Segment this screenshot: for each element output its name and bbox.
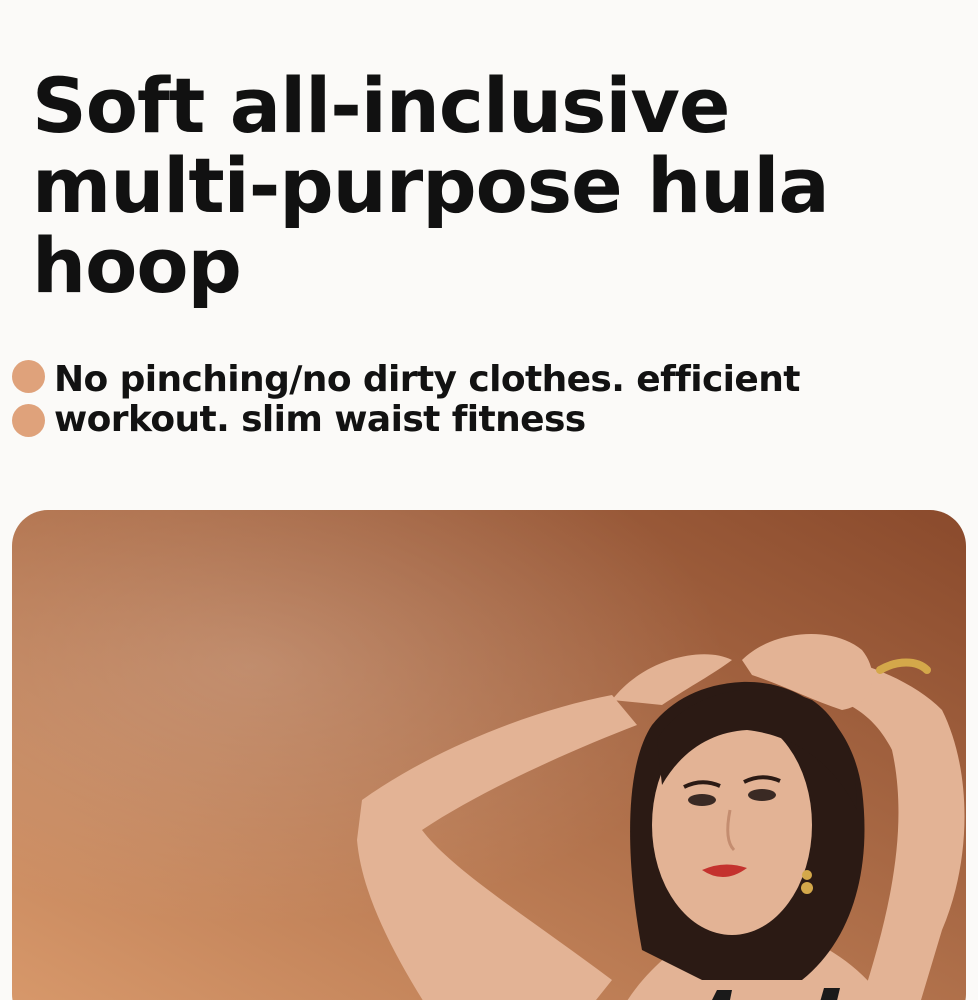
bullet-dot-icon — [12, 360, 45, 393]
feature-text: No pinching/no dirty clothes. efficient … — [54, 359, 800, 440]
product-photo — [12, 510, 966, 1000]
product-detail-page: Soft all-inclusive multi-purpose hula ho… — [0, 0, 978, 1000]
model-illustration — [12, 510, 966, 1000]
product-title: Soft all-inclusive multi-purpose hula ho… — [32, 61, 830, 310]
bullet-dot-icon — [12, 404, 45, 437]
